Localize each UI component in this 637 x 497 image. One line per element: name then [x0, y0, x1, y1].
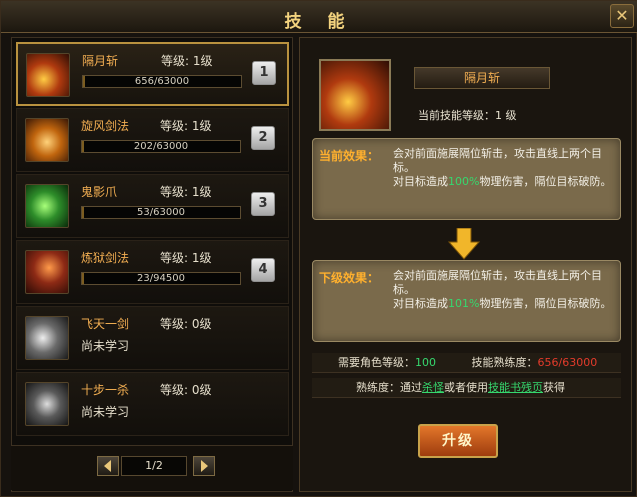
- current-effect-label: 当前效果：: [319, 149, 380, 163]
- sword-slash-icon: [26, 53, 70, 97]
- skill-level-label: 等级:: [161, 54, 190, 68]
- next-effect-text: 会对前面施展隔位斩击，攻击直线上两个目标。 对目标造成101%物理伤害，隔位目标…: [393, 269, 614, 311]
- next-effect-line1: 会对前面施展隔位斩击，攻击直线上两个目标。: [393, 269, 602, 296]
- req-skill-label: 技能熟练度：: [471, 356, 538, 369]
- whirlwind-icon: [25, 118, 69, 162]
- req-level-value: 100: [415, 356, 436, 369]
- prof-label: 熟练度：: [356, 381, 400, 394]
- skill-progress-bar: 53/63000: [81, 206, 241, 219]
- proficiency-row: 熟练度：通过杀怪或者使用技能书残页获得: [312, 378, 621, 398]
- current-level-label: 当前技能等级：: [418, 109, 495, 122]
- skill-level-label: 等级:: [160, 119, 189, 133]
- skill-progress-bar: 23/94500: [81, 272, 241, 285]
- not-learned-status: 尚未学习: [81, 339, 130, 353]
- next-page-button[interactable]: [193, 456, 215, 476]
- skill-name: 鬼影爪: [81, 185, 118, 199]
- skill-progress-bar: 202/63000: [81, 140, 241, 153]
- skill-name: 隔月斩: [82, 54, 119, 68]
- progress-text: 23/94500: [137, 273, 185, 284]
- progress-text: 53/63000: [137, 207, 185, 218]
- upgrade-label: 升级: [442, 433, 474, 449]
- req-level-label: 需要角色等级：: [338, 356, 415, 369]
- skill-level: 1级: [191, 119, 212, 133]
- current-level-line: 当前技能等级：1 级: [418, 107, 517, 123]
- current-effect-text: 会对前面施展隔位斩击，攻击直线上两个目标。 对目标造成100%物理伤害，隔位目标…: [393, 147, 614, 189]
- pagination: 1/2: [11, 445, 293, 490]
- skill-level-label: 等级:: [160, 251, 189, 265]
- skill-detail-panel: 隔月斩 当前技能等级：1 级 当前效果： 会对前面施展隔位斩击，攻击直线上两个目…: [299, 37, 632, 492]
- current-effect-box: 当前效果： 会对前面施展隔位斩击，攻击直线上两个目标。 对目标造成100%物理伤…: [312, 138, 621, 220]
- arrow-down-icon: [447, 227, 481, 260]
- skill-level-label: 等级:: [160, 383, 189, 397]
- current-effect-value: 100%: [448, 175, 480, 188]
- skill-item-3[interactable]: 鬼影爪 等级: 1级 53/63000 3: [16, 174, 289, 238]
- upgrade-button[interactable]: 升级: [418, 424, 498, 458]
- ghost-claw-icon: [25, 184, 69, 228]
- next-effect-label: 下级效果：: [319, 271, 380, 285]
- current-effect-line2: 对目标造成100%物理伤害，隔位目标破防。: [393, 175, 612, 188]
- hotkey-4-button[interactable]: 4: [251, 258, 275, 282]
- skill-level: 0级: [191, 383, 212, 397]
- progress-text: 202/63000: [133, 141, 189, 152]
- inferno-sword-icon: [25, 250, 69, 294]
- title-bar: 技 能 ✕: [1, 1, 637, 33]
- skill-level: 0级: [191, 317, 212, 331]
- hotkey-3-button[interactable]: 3: [251, 192, 275, 216]
- skill-item-6[interactable]: 十步一杀 等级: 0级 尚未学习: [16, 372, 289, 436]
- skill-level: 1级: [191, 251, 212, 265]
- skill-item-2[interactable]: 旋风剑法 等级: 1级 202/63000 2: [16, 108, 289, 172]
- skill-name: 炼狱剑法: [81, 251, 130, 265]
- skill-name: 十步一杀: [81, 383, 130, 397]
- skill-level-label: 等级:: [160, 317, 189, 331]
- close-icon: ✕: [615, 6, 629, 25]
- skill-item-4[interactable]: 炼狱剑法 等级: 1级 23/94500 4: [16, 240, 289, 304]
- hotkey-1-button[interactable]: 1: [252, 61, 276, 85]
- skill-book-page-link[interactable]: 技能书残页: [488, 381, 543, 394]
- hotkey-2-button[interactable]: 2: [251, 126, 275, 150]
- current-effect-line1: 会对前面施展隔位斩击，攻击直线上两个目标。: [393, 147, 602, 174]
- not-learned-status: 尚未学习: [81, 405, 130, 419]
- arrow-right-icon: [201, 460, 208, 472]
- progress-text: 656/63000: [134, 76, 190, 87]
- req-skill-value: 656/63000: [537, 356, 598, 369]
- kill-monsters-link[interactable]: 杀怪: [422, 381, 444, 394]
- skill-level: 1级: [191, 185, 212, 199]
- skill-item-1[interactable]: 隔月斩 等级: 1级 656/63000 1: [16, 42, 289, 106]
- skill-name: 旋风剑法: [81, 119, 130, 133]
- skill-item-5[interactable]: 飞天一剑 等级: 0级 尚未学习: [16, 306, 289, 370]
- current-level-value: 1 级: [495, 109, 517, 122]
- skill-level: 1级: [192, 54, 213, 68]
- skills-window: 技 能 ✕ 隔月斩 等级: 1级 656/63000 1 旋风剑法 等级: 1级…: [0, 0, 637, 497]
- prev-page-button[interactable]: [97, 456, 119, 476]
- next-effect-line2: 对目标造成101%物理伤害，隔位目标破防。: [393, 297, 612, 310]
- detail-skill-icon: [319, 59, 391, 131]
- arrow-left-icon: [104, 460, 111, 472]
- window-title: 技 能: [284, 12, 355, 32]
- skill-list-panel: 隔月斩 等级: 1级 656/63000 1 旋风剑法 等级: 1级 202/6…: [11, 37, 293, 492]
- detail-skill-name: 隔月斩: [463, 71, 500, 85]
- page-indicator: 1/2: [121, 456, 187, 476]
- skill-level-label: 等级:: [160, 185, 189, 199]
- next-effect-value: 101%: [448, 297, 480, 310]
- skill-name: 飞天一剑: [81, 317, 130, 331]
- skill-progress-bar: 656/63000: [82, 75, 242, 88]
- requirements-row: 需要角色等级：100 技能熟练度：656/63000: [312, 353, 621, 373]
- next-effect-box: 下级效果： 会对前面施展隔位斩击，攻击直线上两个目标。 对目标造成101%物理伤…: [312, 260, 621, 342]
- ten-step-kill-icon: [25, 382, 69, 426]
- flying-sword-icon: [25, 316, 69, 360]
- arrow-down-svg: [447, 227, 481, 260]
- detail-skill-name-plate: 隔月斩: [414, 67, 550, 89]
- close-button[interactable]: ✕: [610, 4, 634, 28]
